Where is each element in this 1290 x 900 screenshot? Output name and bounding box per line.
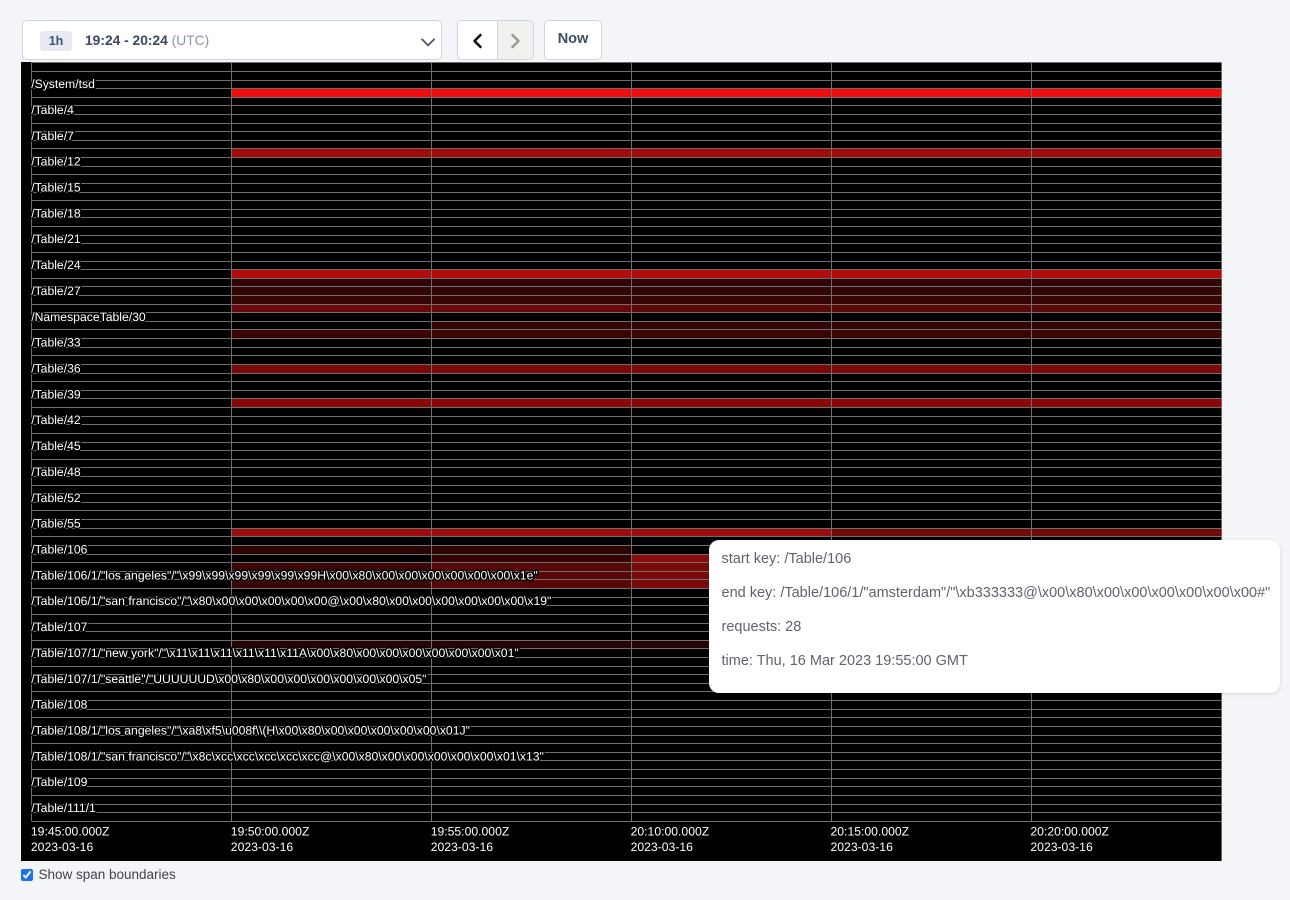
svg-text:/Table/107/1/"seattle"/"UUUUUU: /Table/107/1/"seattle"/"UUUUUUD\x00\x80\… [31, 671, 426, 685]
svg-text:/Table/12: /Table/12 [31, 154, 81, 168]
svg-text:/Table/52: /Table/52 [31, 490, 81, 504]
svg-text:/Table/36: /Table/36 [31, 361, 81, 375]
svg-text:20:15:00.000Z: 20:15:00.000Z [831, 824, 910, 838]
svg-text:/Table/39: /Table/39 [31, 387, 81, 401]
svg-text:/Table/108/1/"san francisco"/": /Table/108/1/"san francisco"/"\x8c\xcc\x… [31, 749, 544, 763]
svg-text:/Table/111/1: /Table/111/1 [31, 801, 96, 815]
svg-text:/Table/106: /Table/106 [31, 542, 87, 556]
svg-text:/Table/106/1/"san francisco"/": /Table/106/1/"san francisco"/"\x80\x00\x… [31, 594, 551, 608]
svg-text:2023-03-16: 2023-03-16 [231, 840, 294, 854]
svg-text:/Table/106/1/"los angeles"/"\x: /Table/106/1/"los angeles"/"\x99\x99\x99… [31, 568, 537, 582]
svg-text:/Table/21: /Table/21 [31, 232, 81, 246]
svg-text:2023-03-16: 2023-03-16 [631, 840, 694, 854]
svg-text:/Table/107/1/"new york"/"\x11\: /Table/107/1/"new york"/"\x11\x11\x11\x1… [31, 645, 519, 659]
svg-text:/Table/108: /Table/108 [31, 697, 87, 711]
svg-text:2023-03-16: 2023-03-16 [1030, 840, 1093, 854]
svg-text:19:45:00.000Z: 19:45:00.000Z [31, 824, 110, 838]
svg-text:/Table/24: /Table/24 [31, 258, 81, 272]
svg-text:/Table/33: /Table/33 [31, 335, 81, 349]
svg-text:20:20:00.000Z: 20:20:00.000Z [1030, 824, 1109, 838]
svg-text:/Table/18: /Table/18 [31, 206, 81, 220]
svg-text:/Table/107: /Table/107 [31, 620, 87, 634]
svg-text:2023-03-16: 2023-03-16 [431, 840, 494, 854]
svg-text:/Table/4: /Table/4 [31, 102, 74, 116]
svg-text:/Table/48: /Table/48 [31, 464, 81, 478]
svg-text:2023-03-16: 2023-03-16 [831, 840, 894, 854]
svg-text:/Table/15: /Table/15 [31, 180, 81, 194]
svg-text:20:10:00.000Z: 20:10:00.000Z [631, 824, 710, 838]
svg-text:/Table/27: /Table/27 [31, 283, 81, 297]
svg-text:/Table/42: /Table/42 [31, 413, 81, 427]
svg-text:/Table/45: /Table/45 [31, 439, 81, 453]
svg-text:19:55:00.000Z: 19:55:00.000Z [431, 824, 510, 838]
svg-text:/Table/55: /Table/55 [31, 516, 81, 530]
svg-text:/Table/109: /Table/109 [31, 775, 87, 789]
svg-text:/NamespaceTable/30: /NamespaceTable/30 [31, 309, 146, 323]
svg-text:2023-03-16: 2023-03-16 [31, 840, 94, 854]
svg-text:/Table/7: /Table/7 [31, 128, 74, 142]
svg-text:/System/tsd: /System/tsd [31, 77, 95, 91]
svg-text:/Table/108/1/"los angeles"/"\x: /Table/108/1/"los angeles"/"\xa8\xf5\u00… [31, 723, 470, 737]
svg-text:19:50:00.000Z: 19:50:00.000Z [231, 824, 310, 838]
